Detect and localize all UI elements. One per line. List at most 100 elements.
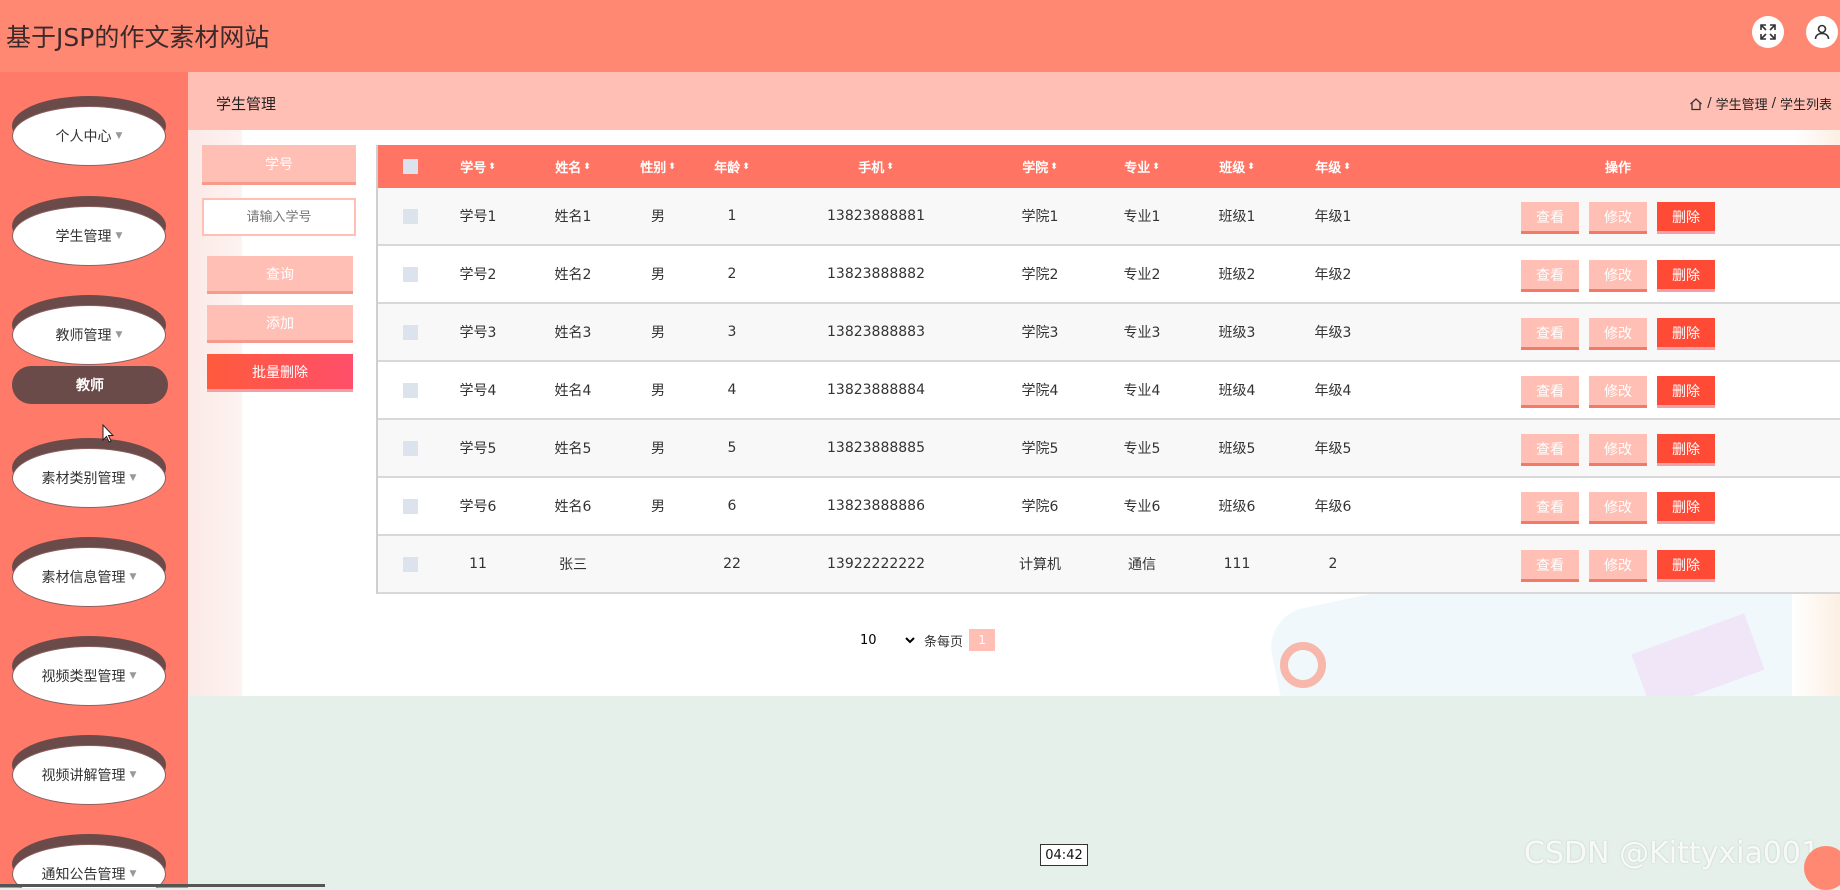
batch-delete-button[interactable]: 批量删除 [207,354,353,392]
sidebar-item-student-management[interactable]: 学生管理 ▼ [12,196,166,266]
cell-college: 学院2 [1021,267,1059,283]
cell-college: 学院6 [1021,499,1059,515]
page-number-button[interactable]: 1 [969,629,996,651]
cell-college: 学院1 [1021,209,1059,225]
edit-button[interactable]: 修改 [1589,434,1647,466]
sort-icon: ⬍ [742,161,750,172]
cell-college: 学院5 [1021,441,1059,457]
column-header-phone[interactable]: 手机 ⬍ [816,145,936,188]
column-header-student-id[interactable]: 学号 ⬍ [438,145,518,188]
delete-button[interactable]: 删除 [1657,550,1715,582]
cell-major: 专业3 [1123,325,1161,341]
user-button[interactable] [1806,16,1838,48]
cell-gender: 男 [651,209,665,225]
page-size-select[interactable]: 10 [856,628,918,652]
cell-name: 姓名2 [554,267,592,283]
sidebar-item-teacher-management[interactable]: 教师管理 ▼ [12,295,166,365]
column-header-age[interactable]: 年龄 ⬍ [692,145,772,188]
sidebar-item-video-type[interactable]: 视频类型管理 ▼ [12,636,166,706]
edit-button[interactable]: 修改 [1589,318,1647,350]
cell-phone: 13823888884 [827,382,925,398]
horizontal-scrollbar[interactable] [0,884,325,887]
sort-icon: ⬍ [1152,161,1160,172]
cell-age: 2 [727,266,737,282]
row-checkbox[interactable] [402,324,418,340]
edit-button[interactable]: 修改 [1589,492,1647,524]
title-bar: 学生管理 / 学生管理 / 学生列表 [188,72,1840,130]
sidebar-item-personal-center[interactable]: 个人中心 ▼ [12,96,166,166]
cell-class: 班级3 [1218,325,1256,341]
cell-name: 张三 [559,557,587,573]
column-header-grade[interactable]: 年级 ⬍ [1293,145,1373,188]
edit-button[interactable]: 修改 [1589,260,1647,292]
row-checkbox[interactable] [402,498,418,514]
user-icon [1814,24,1830,40]
top-header: 基于JSP的作文素材网站 [0,0,1840,72]
column-header-class[interactable]: 班级 ⬍ [1197,145,1277,188]
sort-icon: ⬍ [886,161,894,172]
cell-student-id: 学号4 [459,383,497,399]
sidebar-item-material-category[interactable]: 素材类别管理 ▼ [12,438,166,508]
floating-button[interactable] [1804,846,1840,890]
select-all-checkbox[interactable] [402,159,418,174]
delete-button[interactable]: 删除 [1657,492,1715,524]
table-row: 学号4 姓名4 男 4 13823888884 学院4 专业4 班级4 年级4 查看 修改 删除 [378,362,1840,420]
row-checkbox[interactable] [402,266,418,282]
column-header-gender[interactable]: 性别 ⬍ [618,145,698,188]
view-button[interactable]: 查看 [1521,550,1579,582]
cell-phone: 13823888885 [827,440,925,456]
student-id-search-input[interactable] [202,198,356,236]
row-checkbox[interactable] [402,208,418,224]
chevron-down-icon: ▼ [129,770,137,780]
edit-button[interactable]: 修改 [1589,202,1647,234]
delete-button[interactable]: 删除 [1657,434,1715,466]
mouse-cursor-icon [102,424,114,443]
column-header-name[interactable]: 姓名 ⬍ [533,145,613,188]
breadcrumb-student-management[interactable]: 学生管理 [1716,94,1768,113]
edit-button[interactable]: 修改 [1589,376,1647,408]
column-header-college[interactable]: 学院 ⬍ [1000,145,1080,188]
delete-button[interactable]: 删除 [1657,376,1715,408]
page-title: 学生管理 [216,95,277,113]
view-button[interactable]: 查看 [1521,202,1579,234]
cell-age: 5 [727,440,737,456]
chevron-down-icon: ▼ [129,671,137,681]
cell-phone: 13823888886 [827,498,925,514]
fullscreen-button[interactable] [1752,16,1784,48]
view-button[interactable]: 查看 [1521,492,1579,524]
view-button[interactable]: 查看 [1521,434,1579,466]
row-actions: 查看 修改 删除 [1521,318,1715,350]
delete-button[interactable]: 删除 [1657,318,1715,350]
column-header-major[interactable]: 专业 ⬍ [1102,145,1182,188]
cell-name: 姓名3 [554,325,592,341]
sidebar-item-notice[interactable]: 通知公告管理 ▼ [12,834,166,888]
row-checkbox[interactable] [402,382,418,398]
breadcrumb-student-list: 学生列表 [1779,98,1832,113]
sort-icon: ⬍ [1050,161,1058,172]
view-button[interactable]: 查看 [1521,318,1579,350]
cell-class: 班级4 [1218,383,1256,399]
view-button[interactable]: 查看 [1521,376,1579,408]
chevron-down-icon: ▼ [115,330,123,340]
chevron-down-icon: ▼ [129,572,137,582]
table-row: 学号2 姓名2 男 2 13823888882 学院2 专业2 班级2 年级2 查看 修改 删除 [378,246,1840,304]
sidebar-item-label: 学生管理 [55,229,112,245]
table-row: 学号5 姓名5 男 5 13823888885 学院5 专业5 班级5 年级5 查看 修改 删除 [378,420,1840,478]
add-button[interactable]: 添加 [207,305,353,343]
sidebar-subitem-teacher[interactable]: 教师 [12,366,168,404]
view-button[interactable]: 查看 [1521,260,1579,292]
sidebar-item-video-explain[interactable]: 视频讲解管理 ▼ [12,735,166,805]
delete-button[interactable]: 删除 [1657,202,1715,234]
cell-student-id: 11 [469,556,487,572]
edit-button[interactable]: 修改 [1589,550,1647,582]
row-checkbox[interactable] [402,556,418,572]
home-icon[interactable] [1689,97,1703,111]
row-actions: 查看 修改 删除 [1521,376,1715,408]
row-checkbox[interactable] [402,440,418,456]
query-button[interactable]: 查询 [207,256,353,294]
breadcrumb-separator: / [1707,96,1712,111]
timer-tooltip: 04:42 [1040,844,1088,866]
breadcrumb-separator: / [1771,96,1776,111]
sidebar-item-material-info[interactable]: 素材信息管理 ▼ [12,537,166,607]
delete-button[interactable]: 删除 [1657,260,1715,292]
